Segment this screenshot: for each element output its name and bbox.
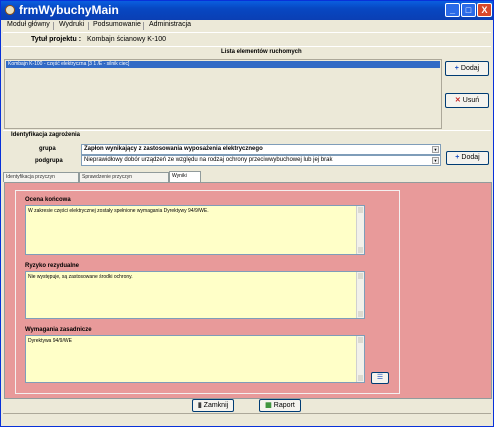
group-label: grupa: [39, 146, 56, 152]
chevron-down-icon[interactable]: ▼: [432, 146, 439, 153]
divider: [3, 413, 491, 414]
final-assessment-label: Ocena końcowa: [25, 197, 71, 203]
essential-requirements-text: Dyrektywa 94/9/WE: [28, 338, 72, 344]
subgroup-select[interactable]: Nieprawidłowy dobór urządzeń ze względu …: [81, 155, 441, 166]
printer-icon: ▦: [265, 402, 272, 409]
title-bar[interactable]: frmWybuchyMain _ □ X: [1, 1, 493, 20]
results-panel: Ocena końcowa W zakresie części elektryc…: [4, 182, 492, 399]
menu-main-module[interactable]: Moduł główny: [7, 21, 50, 28]
minimize-button[interactable]: _: [445, 3, 460, 17]
maximize-button[interactable]: □: [461, 3, 476, 17]
list-item-selected[interactable]: Kombajn K-100 - część elektryczna [3 1 /…: [6, 61, 440, 68]
menu-administration[interactable]: Administracja: [149, 21, 191, 28]
divider: [3, 130, 491, 131]
final-assessment-memo[interactable]: W zakresie części elektrycznej zostały s…: [25, 205, 365, 255]
requirements-list-button[interactable]: ☰: [371, 372, 389, 384]
window-title: frmWybuchyMain: [19, 3, 119, 17]
elements-list[interactable]: Kombajn K-100 - część elektryczna [3 1 /…: [4, 59, 442, 129]
subgroup-select-value: Nieprawidłowy dobór urządzeń ze względu …: [84, 157, 333, 163]
menu-separator: [143, 22, 144, 30]
menu-reports[interactable]: Wydruki: [59, 21, 84, 28]
report-button[interactable]: ▦ Raport: [259, 399, 301, 412]
scrollbar[interactable]: [356, 206, 364, 254]
x-icon: ✕: [454, 97, 461, 104]
project-title-label: Tytuł projektu :: [31, 36, 82, 43]
subgroup-label: podgrupa: [35, 158, 63, 164]
menu-bar: Moduł główny Wydruki Podsumowanie Admini…: [1, 20, 493, 32]
add-hazard-button[interactable]: + Dodaj: [446, 151, 489, 165]
residual-risk-label: Ryzyko rezydualne: [25, 263, 80, 269]
divider: [3, 46, 491, 47]
plus-icon: +: [454, 65, 459, 72]
main-window: frmWybuchyMain _ □ X Moduł główny Wydruk…: [0, 0, 494, 427]
tab-verify-causes[interactable]: Sprawdzenie przyczyn: [79, 172, 169, 182]
final-assessment-text: W zakresie części elektrycznej zostały s…: [28, 208, 209, 214]
add-element-label: Dodaj: [460, 65, 480, 72]
essential-requirements-memo[interactable]: Dyrektywa 94/9/WE: [25, 335, 365, 383]
menu-separator: [53, 22, 54, 30]
tab-results[interactable]: Wyniki: [169, 171, 201, 182]
plus-icon: +: [455, 154, 460, 161]
remove-element-button[interactable]: ✕ Usuń: [445, 93, 489, 108]
essential-requirements-label: Wymagania zasadnicze: [25, 327, 92, 333]
elements-list-header: Lista elementów ruchomych: [221, 49, 302, 55]
divider: [3, 32, 491, 33]
menu-summary[interactable]: Podsumowanie: [93, 21, 141, 28]
chevron-down-icon[interactable]: ▼: [432, 157, 439, 164]
add-hazard-label: Dodaj: [461, 154, 480, 161]
project-title-value: Kombajn ścianowy K-100: [87, 36, 166, 43]
list-icon: ☰: [376, 374, 384, 381]
scrollbar[interactable]: [356, 336, 364, 382]
close-button[interactable]: ▮ Zamknij: [192, 399, 234, 412]
menu-separator: [88, 22, 89, 30]
door-icon: ▮: [197, 402, 202, 409]
close-label: Zamknij: [203, 402, 229, 409]
scrollbar[interactable]: [356, 272, 364, 318]
close-window-button[interactable]: X: [477, 3, 492, 17]
group-select-value: Zapłon wynikający z zastosowania wyposaż…: [84, 146, 263, 152]
report-label: Raport: [273, 402, 295, 409]
app-icon: [5, 5, 15, 15]
remove-element-label: Usuń: [462, 97, 480, 104]
tab-identify-causes[interactable]: Identyfikacja przyczyn: [3, 172, 79, 182]
group-select[interactable]: Zapłon wynikający z zastosowania wyposaż…: [81, 144, 441, 155]
add-element-button[interactable]: + Dodaj: [445, 61, 489, 76]
residual-risk-memo[interactable]: Nie występuje, są zastosowane środki och…: [25, 271, 365, 319]
hazard-identification-label: Identyfikacja zagrożenia: [11, 132, 81, 138]
residual-risk-text: Nie występuje, są zastosowane środki och…: [28, 274, 133, 280]
